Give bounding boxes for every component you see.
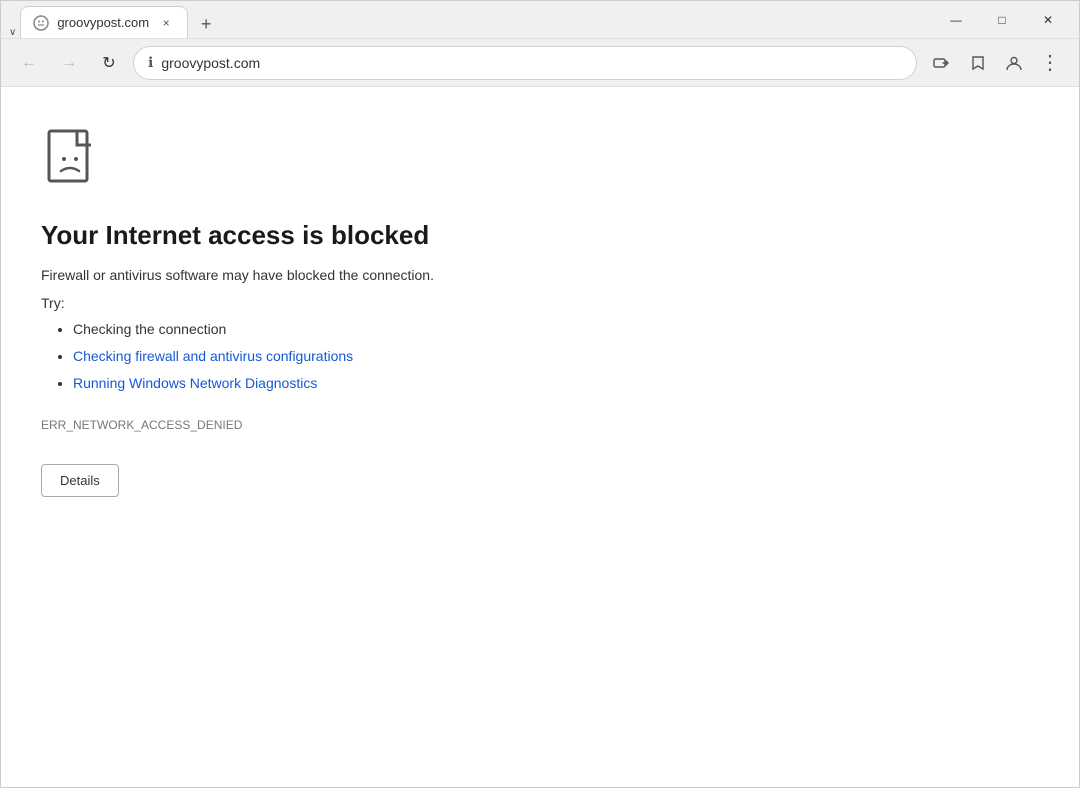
window-controls: — □ ✕ [933, 1, 1071, 39]
share-button[interactable] [925, 46, 959, 80]
error-description: Firewall or antivirus software may have … [41, 267, 1039, 283]
menu-button[interactable]: ⋮ [1033, 46, 1067, 80]
minimize-button[interactable]: — [933, 1, 979, 39]
toolbar-actions: ⋮ [925, 46, 1067, 80]
profile-button[interactable] [997, 46, 1031, 80]
browser-window: ∨ groovypost.com × + — □ ✕ ← → ↻ [0, 0, 1080, 788]
tab-close-button[interactable]: × [157, 14, 175, 32]
forward-button[interactable]: → [53, 47, 85, 79]
tab-chevron-icon[interactable]: ∨ [9, 27, 16, 38]
suggestion-link-2[interactable]: Checking firewall and antivirus configur… [73, 348, 353, 364]
close-button[interactable]: ✕ [1025, 1, 1071, 39]
tab-title: groovypost.com [57, 15, 149, 30]
info-icon: ℹ [148, 54, 153, 71]
reload-button[interactable]: ↻ [93, 47, 125, 79]
active-tab[interactable]: groovypost.com × [20, 6, 188, 38]
back-button[interactable]: ← [13, 47, 45, 79]
details-button[interactable]: Details [41, 464, 119, 497]
suggestion-text-1: Checking the connection [73, 321, 226, 337]
url-text: groovypost.com [161, 55, 902, 71]
suggestions-list: Checking the connection Checking firewal… [41, 319, 1039, 394]
suggestion-item-1: Checking the connection [73, 319, 1039, 340]
profile-icon [1005, 54, 1023, 72]
suggestion-item-2: Checking firewall and antivirus configur… [73, 346, 1039, 367]
tab-area: ∨ groovypost.com × + [9, 1, 933, 38]
error-icon [41, 127, 105, 191]
suggestion-link-3[interactable]: Running Windows Network Diagnostics [73, 375, 317, 391]
tab-favicon-icon [33, 15, 49, 31]
bookmark-button[interactable] [961, 46, 995, 80]
address-bar[interactable]: ℹ groovypost.com [133, 46, 917, 80]
error-title: Your Internet access is blocked [41, 220, 1039, 251]
error-code: ERR_NETWORK_ACCESS_DENIED [41, 418, 1039, 432]
bookmark-icon [969, 54, 987, 72]
suggestion-item-3: Running Windows Network Diagnostics [73, 373, 1039, 394]
titlebar: ∨ groovypost.com × + — □ ✕ [1, 1, 1079, 39]
maximize-button[interactable]: □ [979, 1, 1025, 39]
share-icon [933, 54, 951, 72]
try-label: Try: [41, 295, 1039, 311]
error-page: Your Internet access is blocked Firewall… [1, 87, 1079, 787]
new-tab-button[interactable]: + [192, 10, 220, 38]
toolbar: ← → ↻ ℹ groovypost.com [1, 39, 1079, 87]
